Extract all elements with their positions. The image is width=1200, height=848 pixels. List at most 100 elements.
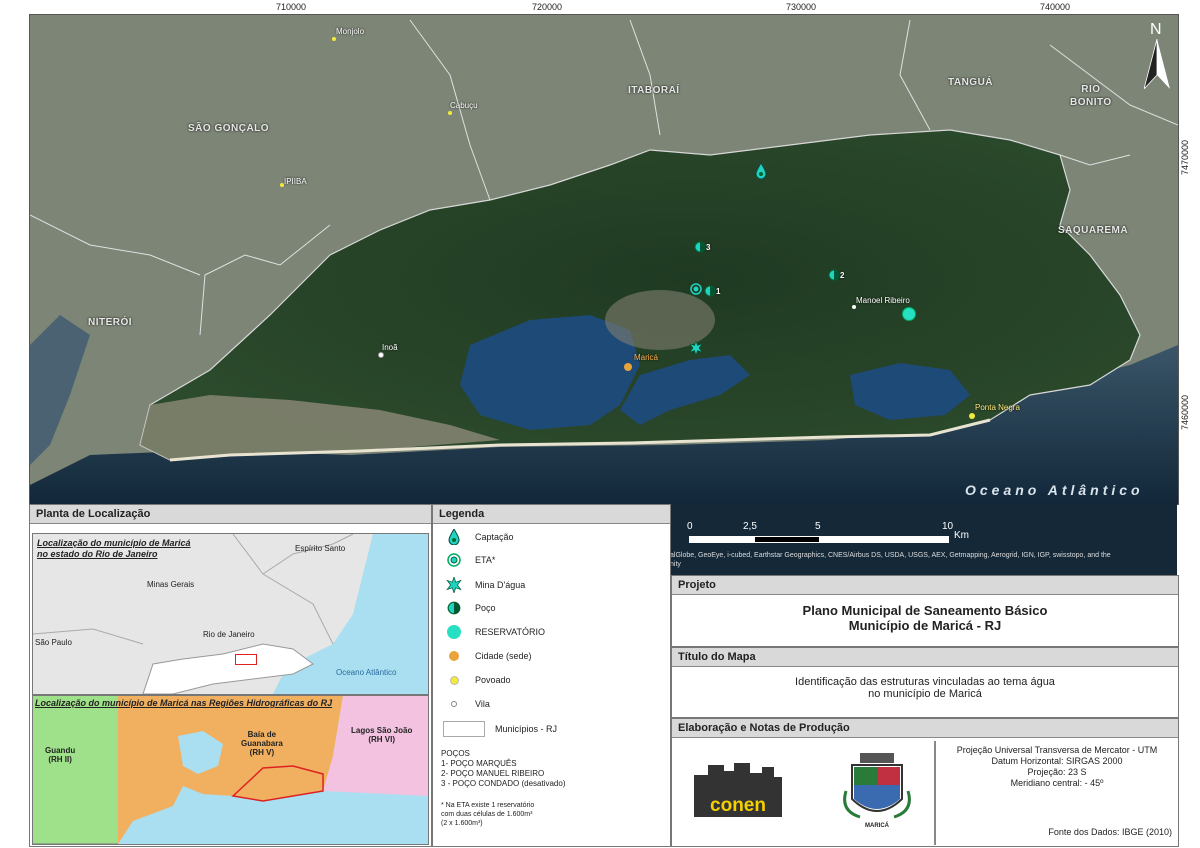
eta-icon	[447, 553, 461, 567]
legend-item-poco: Poço	[443, 601, 496, 615]
projeto-panel: Projeto Plano Municipal de Saneamento Bá…	[671, 575, 1179, 647]
reservatorio-marker[interactable]	[902, 307, 916, 321]
eta-icon[interactable]	[690, 283, 702, 295]
city-marica: Maricá	[634, 353, 659, 362]
regions-inset-title: Localização do município de Maricá nas R…	[35, 698, 333, 708]
legend-panel: Legenda Captação ETA* Mina D'água Poço R…	[432, 504, 671, 847]
vila-marker[interactable]	[852, 305, 856, 309]
location-panel: Planta de Localização Localização do mun…	[29, 504, 432, 847]
place-niteroi: NITERÓI	[88, 317, 133, 328]
north-label: N	[1150, 21, 1162, 38]
mina-dagua-icon[interactable]	[689, 341, 703, 355]
scale-tick-10: 10	[942, 521, 954, 532]
titulo-line2: no município de Maricá	[868, 688, 982, 700]
marica-crest: MARICÁ	[840, 751, 914, 835]
povoado-marker[interactable]	[448, 111, 452, 115]
legend-item-reservatorio: RESERVATÓRIO	[443, 625, 545, 639]
legend-item-cidade: Cidade (sede)	[443, 651, 532, 661]
scale-bar	[689, 536, 949, 543]
captacao-icon[interactable]	[755, 163, 767, 179]
scale-unit: Km	[954, 530, 969, 541]
povoado-marker[interactable]	[332, 37, 336, 41]
location-panel-title: Planta de Localização	[30, 505, 431, 524]
eta-note: * Na ETA existe 1 reservatório com duas …	[441, 802, 535, 827]
wells-list: POÇOS 1- POÇO MARQUÊS 2- POÇO MANUEL RIB…	[441, 749, 565, 789]
village-ponta-negra: Ponta Negra	[975, 403, 1020, 412]
cidade-icon	[449, 651, 459, 661]
vila-icon	[451, 701, 457, 707]
village-inoa: Inoã	[382, 343, 398, 352]
place-saquarema: SAQUAREMA	[1058, 225, 1129, 236]
municipios-icon	[443, 721, 485, 737]
titulo-header: Título do Mapa	[672, 648, 1178, 667]
note-datum: Datum Horizontal: SIRGAS 2000	[991, 756, 1123, 766]
place-itaborai: ITABORAÍ	[628, 85, 680, 96]
divider	[934, 741, 936, 845]
village-cabucu: Cabuçu	[450, 101, 478, 110]
marica-highlight-box	[235, 654, 257, 665]
label-minas-gerais: Minas Gerais	[147, 580, 195, 589]
well-item: 1- POÇO MARQUÊS	[441, 759, 517, 768]
legend-item-mina: Mina D'água	[443, 577, 525, 593]
povoado-marker[interactable]	[969, 413, 975, 419]
state-inset-title: Localização do município de Maricá no es…	[37, 538, 191, 559]
titulo-panel: Título do Mapa Identificação das estrutu…	[671, 647, 1179, 718]
state-inset-map: Localização do município de Maricá no es…	[32, 533, 429, 695]
well-icon[interactable]	[828, 269, 840, 281]
coord-y-7460000: 7460000	[1180, 395, 1190, 431]
legend-item-eta: ETA*	[443, 553, 495, 567]
village-manoel-ribeiro: Manoel Ribeiro	[856, 296, 910, 305]
cidade-marker[interactable]	[624, 363, 632, 371]
scale-area: 0 2,5 5 10 Km alGlobe, GeoEye, i-cubed, …	[670, 503, 1177, 575]
legend-item-municipios: Municípios - RJ	[443, 721, 557, 737]
legend-item-vila: Vila	[443, 699, 490, 709]
elaboracao-header: Elaboração e Notas de Produção	[672, 719, 1178, 738]
label-sao-paulo: São Paulo	[35, 638, 72, 647]
crest-label: MARICÁ	[865, 823, 889, 829]
well-icon[interactable]	[694, 241, 706, 253]
vila-marker[interactable]	[378, 352, 384, 358]
note-zone: Projeção: 23 S	[1027, 767, 1087, 777]
scale-tick-2-5: 2,5	[743, 521, 757, 532]
label-oceano: Oceano Atlântico	[336, 668, 397, 677]
map-graphics	[30, 15, 1178, 504]
label-guanabara: Baía de Guanabara (RH V)	[241, 730, 283, 757]
well-number-1: 1	[716, 287, 721, 296]
data-source: Fonte dos Dados: IBGE (2010)	[1048, 827, 1172, 837]
reservatorio-icon	[447, 625, 461, 639]
label-rio-de-janeiro: Rio de Janeiro	[203, 630, 255, 639]
povoado-icon	[449, 675, 459, 685]
coord-x-740000: 740000	[1040, 2, 1071, 12]
village-monjolo: Monjolo	[336, 27, 365, 36]
well-icon	[447, 601, 461, 615]
coord-x-720000: 720000	[532, 2, 563, 12]
note-meridian: Meridiano central: - 45º	[1010, 778, 1104, 788]
buildings-icon	[694, 763, 782, 797]
coord-x-730000: 730000	[786, 2, 817, 12]
mina-dagua-icon	[446, 577, 462, 593]
note-projection: Projeção Universal Transversa de Mercato…	[956, 745, 1158, 755]
legend-item-povoado: Povoado	[443, 675, 511, 685]
scale-tick-5: 5	[815, 521, 821, 532]
legend-item-captacao: Captação	[443, 529, 514, 545]
well-icon[interactable]	[704, 285, 716, 297]
place-rio-bonito: RIO BONITO	[1070, 84, 1112, 108]
label-espirito-santo: Espírito Santo	[295, 544, 346, 553]
legend-title: Legenda	[433, 505, 670, 524]
regions-inset-graphics	[33, 696, 428, 844]
projeto-header: Projeto	[672, 576, 1178, 595]
village-ipiiba: IPIIBA	[284, 177, 307, 186]
attribution-text: alGlobe, GeoEye, i-cubed, Earthstar Geog…	[670, 552, 1111, 568]
coord-x-710000: 710000	[276, 2, 307, 12]
conen-logo-text: conen	[694, 795, 782, 817]
label-guandu: Guandu (RH II)	[45, 746, 76, 764]
regions-inset-map: Localização do município de Maricá nas R…	[32, 695, 429, 845]
north-arrow-icon	[1144, 39, 1170, 89]
captacao-icon	[448, 529, 460, 545]
ocean-label: Oceano Atlântico	[965, 482, 1144, 498]
label-lagos: Lagos São João (RH VI)	[351, 726, 413, 744]
projection-notes: Projeção Universal Transversa de Mercato…	[938, 745, 1176, 789]
well-number-3: 3	[706, 243, 711, 252]
satellite-map[interactable]: SÃO GONÇALO ITABORAÍ TANGUÁ RIO BONITO N…	[29, 14, 1179, 505]
well-number-2: 2	[840, 271, 845, 280]
